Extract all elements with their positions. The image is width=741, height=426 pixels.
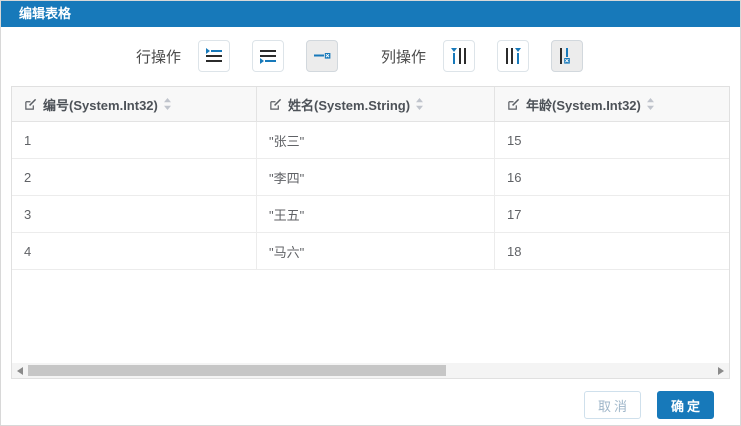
edit-column-icon[interactable]: [269, 98, 282, 111]
row-ops-label: 行操作: [135, 48, 181, 66]
table-row: 3 "王五" 17: [12, 196, 729, 233]
edit-column-icon[interactable]: [24, 98, 37, 111]
col-ops-label: 列操作: [381, 48, 427, 66]
scrollbar-thumb[interactable]: [28, 365, 446, 376]
cell[interactable]: "李四": [257, 159, 495, 195]
insert-row-below-icon: [260, 50, 276, 64]
column-label: 年龄(System.Int32): [526, 97, 641, 113]
insert-row-below-button[interactable]: [252, 40, 284, 72]
table-row: 2 "李四" 16: [12, 159, 729, 196]
cell[interactable]: 16: [495, 159, 729, 195]
cell[interactable]: "张三": [257, 122, 495, 158]
sort-icon[interactable]: [163, 97, 172, 111]
insert-col-left-icon: [451, 48, 467, 64]
dialog-title: 编辑表格: [1, 1, 740, 27]
cancel-button[interactable]: 取消: [583, 391, 641, 419]
table-row: 1 "张三" 15: [12, 122, 729, 159]
scroll-left-arrow[interactable]: [12, 363, 28, 378]
cell[interactable]: 17: [495, 196, 729, 232]
insert-row-above-icon: [206, 48, 222, 62]
delete-row-button[interactable]: [306, 40, 338, 72]
dialog-footer: 取消 确定: [1, 379, 740, 419]
cell[interactable]: 3: [12, 196, 257, 232]
insert-row-above-button[interactable]: [198, 40, 230, 72]
delete-row-icon: [314, 53, 331, 59]
insert-col-right-icon: [506, 48, 522, 64]
insert-col-right-button[interactable]: [497, 40, 530, 72]
cell[interactable]: 18: [495, 233, 729, 269]
horizontal-scrollbar[interactable]: [12, 363, 729, 378]
left-triangle-icon: [17, 366, 23, 375]
scrollbar-track[interactable]: [28, 363, 713, 378]
column-header-name[interactable]: 姓名(System.String): [257, 87, 495, 121]
scroll-right-arrow[interactable]: [713, 363, 729, 378]
edit-table-dialog: 编辑表格 行操作 列操作 编号(System.Int32) 姓名(System.…: [0, 0, 741, 426]
data-grid: 编号(System.Int32) 姓名(System.String) 年龄(Sy…: [11, 86, 730, 379]
insert-col-left-button[interactable]: [443, 40, 476, 72]
sort-icon[interactable]: [646, 97, 655, 111]
column-header-age[interactable]: 年龄(System.Int32): [495, 87, 729, 121]
cell[interactable]: 1: [12, 122, 257, 158]
column-label: 姓名(System.String): [288, 97, 411, 113]
column-label: 编号(System.Int32): [43, 97, 158, 113]
toolbar: 行操作 列操作: [1, 39, 740, 73]
cell[interactable]: 2: [12, 159, 257, 195]
table-row: 4 "马六" 18: [12, 233, 729, 270]
sort-icon[interactable]: [415, 97, 424, 111]
empty-grid-area: [12, 270, 729, 363]
cell[interactable]: 4: [12, 233, 257, 269]
ok-button[interactable]: 确定: [656, 391, 714, 419]
delete-col-button[interactable]: [551, 40, 584, 72]
cell[interactable]: "王五": [257, 196, 495, 232]
edit-column-icon[interactable]: [507, 98, 520, 111]
delete-col-icon: [560, 48, 570, 64]
cell[interactable]: 15: [495, 122, 729, 158]
cell[interactable]: "马六": [257, 233, 495, 269]
column-header-id[interactable]: 编号(System.Int32): [12, 87, 257, 121]
grid-header-row: 编号(System.Int32) 姓名(System.String) 年龄(Sy…: [12, 87, 729, 122]
right-triangle-icon: [718, 366, 724, 375]
